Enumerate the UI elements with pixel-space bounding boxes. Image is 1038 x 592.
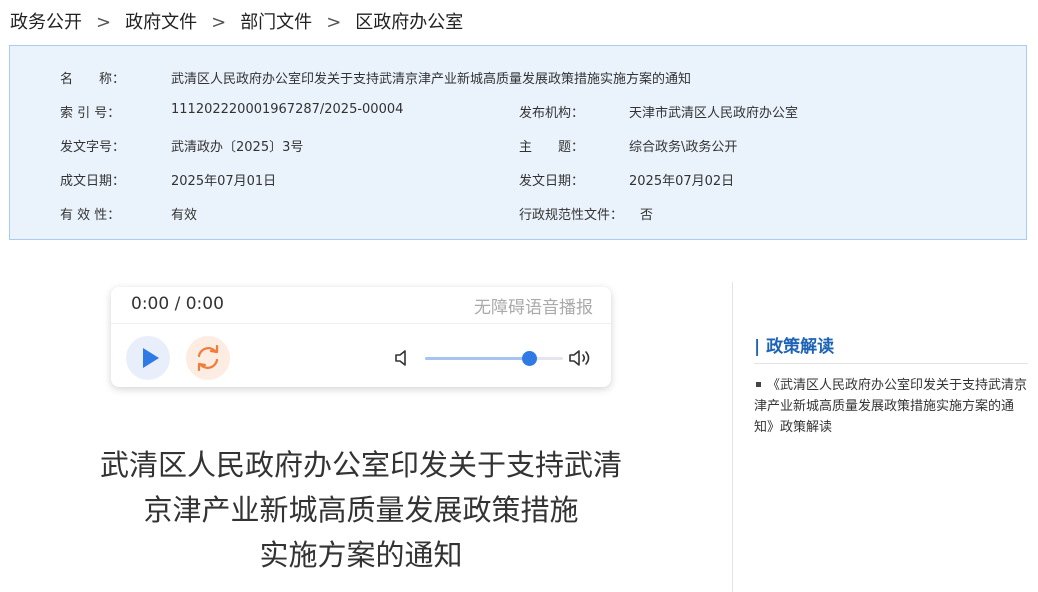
bullet-icon xyxy=(756,382,761,387)
meta-validity-value: 有效 xyxy=(171,208,198,223)
accessibility-audio-label[interactable]: 无障碍语音播报 xyxy=(474,293,593,318)
column-divider xyxy=(732,282,733,592)
meta-index-label: 索 引 号： xyxy=(60,106,121,121)
meta-doc-number-label: 发文字号： xyxy=(60,140,126,155)
meta-validity-label: 有 效 性： xyxy=(60,208,121,223)
meta-written-date-label: 成文日期： xyxy=(60,174,126,189)
reload-icon xyxy=(197,344,219,372)
player-divider xyxy=(111,323,611,324)
document-title-line-1: 武清区人民政府办公室印发关于支持武清 xyxy=(99,448,622,482)
breadcrumb-separator: > xyxy=(326,12,342,33)
document-title-line-2: 京津产业新城高质量发展政策措施 xyxy=(143,493,579,527)
meta-index-value: 111202220001967287/2025-00004 xyxy=(171,102,404,117)
meta-name-value: 武清区人民政府办公室印发关于支持武清京津产业新城高质量发展政策措施实施方案的通知 xyxy=(171,72,692,87)
audio-player: 0:00 / 0:00 无障碍语音播报 xyxy=(111,287,611,387)
volume-slider-handle[interactable] xyxy=(521,351,537,366)
breadcrumb: 政务公开 > 政府文件 > 部门文件 > 区政府办公室 xyxy=(10,8,463,34)
volume-low-icon[interactable] xyxy=(394,349,412,367)
meta-issued-date-label: 发文日期： xyxy=(519,174,585,189)
reload-button[interactable] xyxy=(186,336,230,380)
document-title-line-3: 实施方案的通知 xyxy=(259,538,463,572)
meta-issued-date-value: 2025年07月02日 xyxy=(629,174,735,189)
policy-interpretation-heading: | 政策解读 xyxy=(754,337,835,357)
volume-slider-fill xyxy=(425,357,529,360)
play-icon xyxy=(143,348,159,368)
meta-normative-value: 否 xyxy=(640,208,654,223)
document-metadata-panel: 名 称： 武清区人民政府办公室印发关于支持武清京津产业新城高质量发展政策措施实施… xyxy=(9,45,1027,240)
document-title: 武清区人民政府办公室印发关于支持武清 京津产业新城高质量发展政策措施 实施方案的… xyxy=(80,443,642,578)
policy-interpretation-link-text[interactable]: 《武清区人民政府办公室印发关于支持武清京津产业新城高质量发展政策措施实施方案的通… xyxy=(754,378,1027,435)
meta-publisher-label: 发布机构： xyxy=(519,106,585,121)
playback-time: 0:00 / 0:00 xyxy=(131,294,224,314)
meta-topic-value: 综合政务\政务公开 xyxy=(629,140,738,155)
play-button[interactable] xyxy=(126,336,170,380)
meta-doc-number-value: 武清政办〔2025〕3号 xyxy=(171,140,304,155)
volume-high-icon[interactable] xyxy=(568,347,594,369)
meta-topic-label: 主 题： xyxy=(519,140,585,155)
meta-normative-label: 行政规范性文件： xyxy=(519,208,624,223)
meta-written-date-value: 2025年07月01日 xyxy=(171,174,277,189)
meta-name-label: 名 称： xyxy=(60,72,126,87)
breadcrumb-item-dept-docs[interactable]: 部门文件 xyxy=(240,12,312,33)
volume-slider[interactable] xyxy=(425,351,563,366)
policy-interpretation-link[interactable]: 《武清区人民政府办公室印发关于支持武清京津产业新城高质量发展政策措施实施方案的通… xyxy=(754,375,1028,438)
meta-publisher-value: 天津市武清区人民政府办公室 xyxy=(629,106,799,121)
breadcrumb-item-gov-affairs[interactable]: 政务公开 xyxy=(10,12,82,33)
breadcrumb-item-district-office[interactable]: 区政府办公室 xyxy=(355,12,463,33)
breadcrumb-separator: > xyxy=(211,12,227,33)
breadcrumb-separator: > xyxy=(96,12,112,33)
sidebar-divider xyxy=(754,363,1028,364)
breadcrumb-item-gov-docs[interactable]: 政府文件 xyxy=(125,12,197,33)
